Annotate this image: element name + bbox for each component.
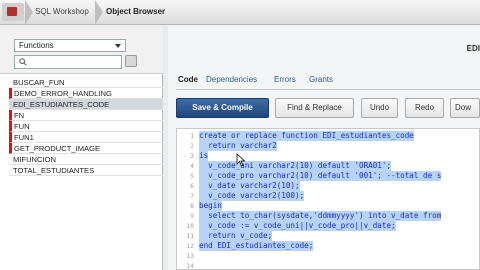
breadcrumb-sql-workshop[interactable]: SQL Workshop [35,7,89,16]
tab-errors[interactable]: Errors [274,75,296,84]
object-type-value: Functions [19,41,54,50]
line-number: 6 [190,182,194,190]
code-line: is [199,151,209,161]
mouse-cursor-icon [236,153,246,167]
save-compile-button[interactable]: Save & Compile [176,98,269,118]
tab-divider [176,89,480,90]
line-number: 9 [190,212,194,220]
object-search-input[interactable] [14,55,122,69]
list-item[interactable]: EDI_ESTUDIANTES_CODE [9,99,163,110]
tab-code[interactable]: Code [178,75,198,84]
list-item[interactable]: DEMO_ERROR_HANDLING [9,88,163,99]
list-item[interactable]: TOTAL_ESTUDIANTES [9,165,163,176]
breadcrumb-separator-icon [25,0,35,25]
list-item[interactable]: FN [9,110,163,121]
list-item[interactable]: GET_PRODUCT_IMAGE [9,143,163,154]
redo-button[interactable]: Redo [405,98,444,118]
object-type-select[interactable]: Functions [14,39,126,52]
line-number: 14 [186,262,194,270]
object-title: EDI [466,44,480,53]
filter-icon[interactable] [125,55,137,67]
line-number: 7 [190,192,194,200]
code-line: select to_char(sysdate,'ddmmyyyy') into … [199,211,442,221]
line-number: 3 [190,152,194,160]
download-button[interactable]: Dow [450,98,480,118]
apex-home-icon [7,7,17,16]
code-editor[interactable]: 1 create or replace function EDI_estudian… [176,128,480,270]
main-panel: EDI Code Dependencies Errors Grants Save… [168,26,480,270]
top-toolbar: SQL Workshop Object Browser [0,0,480,25]
list-item[interactable]: FUN1 [9,132,163,143]
code-line: begin [199,201,222,211]
code-line: end EDI_estudiantes_code; [199,241,314,251]
code-line: return v_code; [199,231,273,241]
line-number: 2 [190,142,194,150]
code-line: v_code := v_code_uni||v_code_pro||v_date… [199,221,396,231]
line-number: 11 [186,232,194,240]
line-number: 12 [186,242,194,250]
code-line: v_code varchar2(100); [199,191,305,201]
line-number: 8 [190,202,194,210]
line-number: 1 [190,132,194,140]
tab-grants[interactable]: Grants [309,75,333,84]
code-line: return varchar2 [199,141,277,151]
list-item[interactable]: FUN [9,121,163,132]
object-sidebar: Functions BUSCAR_FUN DEMO_ERROR_HANDLING E… [0,26,163,270]
search-icon [19,58,27,66]
code-line: v_date varchar2(10); [199,181,300,191]
object-list: BUSCAR_FUN DEMO_ERROR_HANDLING EDI_ESTUDIA… [9,77,163,176]
breadcrumb-object-browser[interactable]: Object Browser [106,7,165,16]
line-number: 10 [186,222,194,230]
code-line: v_code_uni varchar2(10) default 'ORA01'; [199,161,392,171]
list-item[interactable]: MIFUNCION [9,154,163,165]
find-replace-button[interactable]: Find & Replace [275,98,354,118]
list-item[interactable]: BUSCAR_FUN [9,77,163,88]
line-number: 13 [186,252,194,260]
chevron-down-icon [115,44,121,48]
line-number: 5 [190,172,194,180]
undo-button[interactable]: Undo [361,98,398,118]
sidebar-header: Functions [0,26,163,74]
tab-dependencies[interactable]: Dependencies [206,75,257,84]
home-button[interactable] [2,3,24,21]
line-number: 4 [190,162,194,170]
breadcrumb-separator-icon [95,0,105,25]
code-line: create or replace function EDI_estudiant… [199,131,414,141]
code-line: v_code_pro varchar2(10) default '001'; -… [199,171,442,181]
